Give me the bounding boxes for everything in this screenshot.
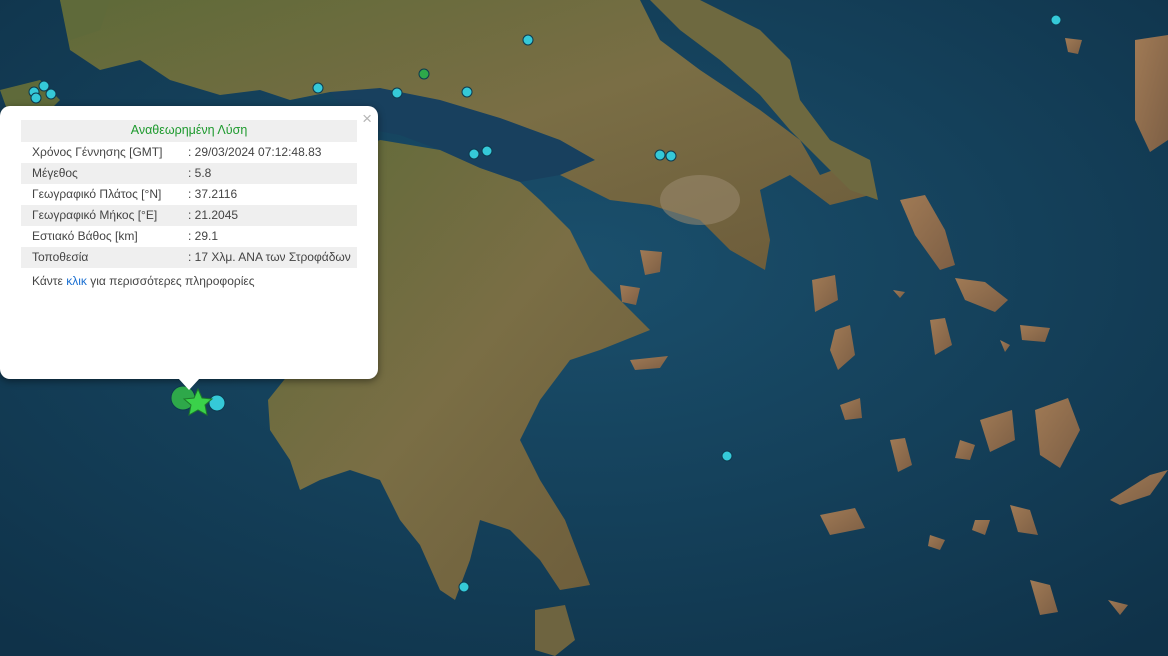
close-icon[interactable]: × <box>362 110 372 128</box>
magnitude-label: Μέγεθος <box>21 163 184 184</box>
latitude-value: : 37.2116 <box>188 187 238 201</box>
circle-icon[interactable] <box>38 80 50 92</box>
circle-icon[interactable] <box>458 581 470 593</box>
circle-icon[interactable] <box>45 88 57 100</box>
circle-icon[interactable] <box>1050 14 1062 26</box>
circle-icon[interactable] <box>721 450 733 462</box>
earthquake-popup: × Αναθεωρημένη Λύση Χρόνος Γέννησης [GMT… <box>0 106 378 379</box>
origin-time-label: Χρόνος Γέννησης [GMT] <box>32 145 163 159</box>
circle-icon[interactable] <box>481 145 493 157</box>
circle-icon[interactable] <box>654 149 666 161</box>
location-label: Τοποθεσία <box>21 247 184 268</box>
popup-pointer <box>178 378 200 390</box>
table-row: Γεωγραφικό Μήκος [°E] : 21.2045 <box>21 205 357 226</box>
table-row: Χρόνος Γέννησης [GMT] : 29/03/2024 07:12… <box>21 142 357 163</box>
circle-icon[interactable] <box>312 82 324 94</box>
more-suffix: για περισσότερες πληροφορίες <box>86 274 255 288</box>
origin-time-value: : 29/03/2024 07:12:48.83 <box>188 145 322 159</box>
circle-icon[interactable] <box>391 87 403 99</box>
depth-value: : 29.1 <box>188 229 219 243</box>
athens-area <box>660 175 740 225</box>
circle-icon[interactable] <box>522 34 534 46</box>
table-row: Μέγεθος : 5.8 <box>21 163 357 184</box>
location-value: : 17 Χλμ. ΑΝΑ των Στροφάδων <box>184 247 357 268</box>
circle-icon[interactable] <box>208 394 226 412</box>
longitude-value: : 21.2045 <box>184 205 357 226</box>
circle-icon[interactable] <box>30 92 42 104</box>
popup-title: Αναθεωρημένη Λύση <box>21 120 357 142</box>
more-prefix: Κάντε <box>32 274 67 288</box>
table-row: Τοποθεσία : 17 Χλμ. ΑΝΑ των Στροφάδων <box>21 247 357 268</box>
circle-icon[interactable] <box>665 150 677 162</box>
latitude-label: Γεωγραφικό Πλάτος [°N] <box>32 187 162 201</box>
depth-label: Εστιακό Βάθος [km] <box>32 229 138 243</box>
circle-icon[interactable] <box>461 86 473 98</box>
longitude-label: Γεωγραφικό Μήκος [°E] <box>21 205 184 226</box>
more-info-link[interactable]: κλικ <box>66 274 87 288</box>
more-info-line: Κάντε κλικ για περισσότερες πληροφορίες <box>21 268 357 288</box>
info-table: Χρόνος Γέννησης [GMT] : 29/03/2024 07:12… <box>21 142 357 268</box>
table-row: Γεωγραφικό Πλάτος [°N] : 37.2116 <box>21 184 357 205</box>
circle-icon[interactable] <box>468 148 480 160</box>
magnitude-value: : 5.8 <box>184 163 357 184</box>
table-row: Εστιακό Βάθος [km] : 29.1 <box>21 226 357 247</box>
circle-icon[interactable] <box>418 68 430 80</box>
